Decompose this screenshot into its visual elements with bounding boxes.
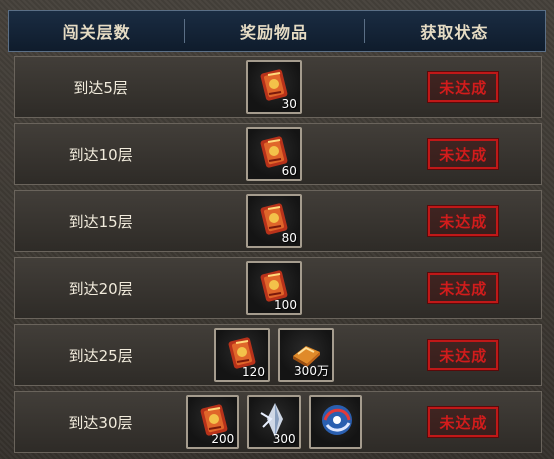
level-label: 到达5层 [73,78,128,97]
reward-quantity: 200 [211,432,235,446]
reward-items: 200 300 [185,395,362,449]
level-label: 到达30层 [68,413,133,432]
header-level: 闯关层数 [62,23,131,42]
level-label: 到达25层 [68,346,133,365]
level-label: 到达10层 [68,145,133,164]
status-badge: 未达成 [427,138,500,170]
reward-items: 120 300万 [186,328,361,382]
status-cell: 未达成 [362,272,541,304]
reward-quantity: 300 [272,432,296,446]
status-badge: 未达成 [427,272,500,304]
reward-slot[interactable]: 100 [245,261,302,315]
table-header: 闯关层数 奖励物品 获取状态 [8,10,546,52]
reward-items: 80 [186,194,361,248]
reward-quantity: 60 [281,164,297,178]
table-row: 到达5层 30 未达成 [14,56,542,118]
table-row: 到达20层 100 未达成 [14,257,542,319]
reward-slot[interactable]: 120 [213,328,270,382]
table-row: 到达25层 120 300万 未达成 [14,324,542,386]
level-label: 到达15层 [68,212,133,231]
reward-slot[interactable]: 80 [245,194,302,248]
reward-slot[interactable]: 300万 [277,328,334,382]
reward-items: 100 [186,261,361,315]
reward-slot[interactable] [308,395,362,449]
status-cell: 未达成 [362,406,541,438]
reward-panel: 闯关层数 奖励物品 获取状态 到达5层 30 未达成 到达10层 60 未达成 到达15层 8… [0,0,554,459]
reward-rows: 到达5层 30 未达成 到达10层 60 未达成 到达15层 80 未达成 到达20层 100 未达成… [14,56,542,458]
status-badge: 未达成 [427,205,500,237]
reward-slot[interactable]: 30 [245,60,302,114]
status-badge: 未达成 [427,71,500,103]
header-reward: 奖励物品 [184,11,363,51]
status-cell: 未达成 [362,339,541,371]
reward-slot[interactable]: 300 [247,395,301,449]
level-label: 到达20层 [68,279,133,298]
status-cell: 未达成 [362,71,541,103]
status-badge: 未达成 [427,406,500,438]
status-cell: 未达成 [362,205,541,237]
reward-quantity: 30 [281,97,297,111]
table-row: 到达15层 80 未达成 [14,190,542,252]
header-status: 获取状态 [363,11,545,51]
status-cell: 未达成 [362,138,541,170]
reward-slot[interactable]: 60 [245,127,302,181]
table-row: 到达10层 60 未达成 [14,123,542,185]
reward-quantity: 120 [242,365,265,379]
status-badge: 未达成 [427,339,500,371]
reward-quantity: 300万 [294,364,329,378]
table-row: 到达30层 200 300 未达成 [14,391,542,453]
reward-slot[interactable]: 200 [185,395,240,449]
reward-quantity: 100 [274,298,297,312]
reward-items: 60 [186,127,361,181]
reward-items: 30 [186,60,361,114]
reward-quantity: 80 [281,231,297,245]
